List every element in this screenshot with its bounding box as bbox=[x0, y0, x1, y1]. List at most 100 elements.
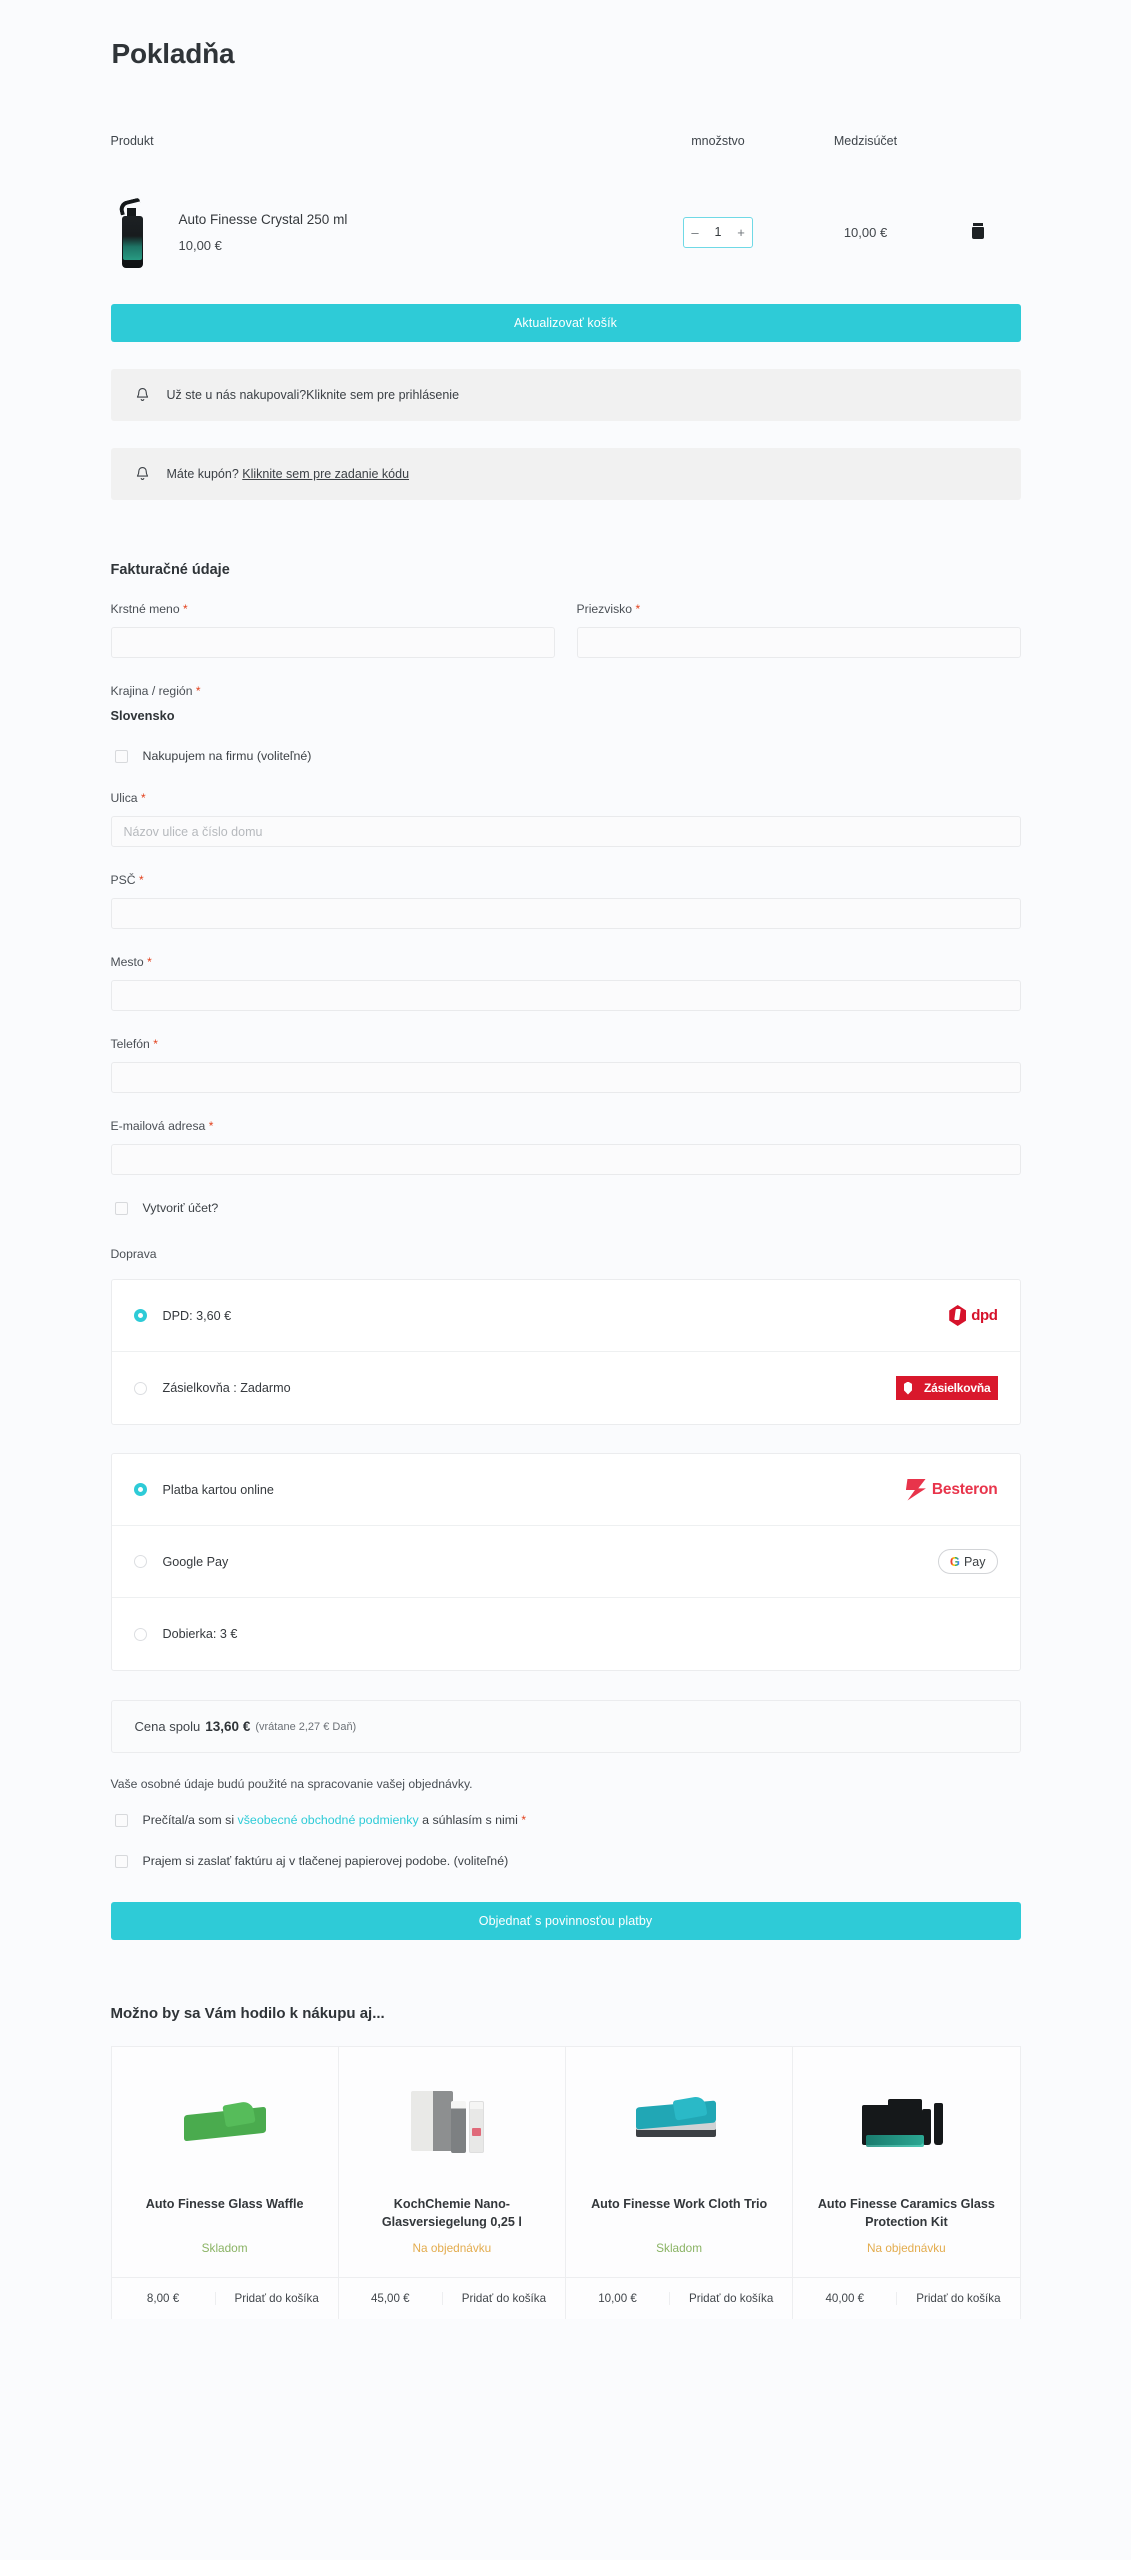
phone-input[interactable] bbox=[110, 1062, 1021, 1093]
upsell-product-grid: Auto Finesse Glass Waffle Skladom 8,00 €… bbox=[110, 2046, 1021, 2319]
quantity-stepper[interactable]: – + bbox=[683, 216, 753, 248]
page-title: Pokladňa bbox=[111, 38, 235, 69]
city-field: Mesto * bbox=[110, 955, 1021, 1011]
total-label: Cena spolu bbox=[134, 1719, 201, 1734]
column-header-subtotal: Medzisúčet bbox=[833, 134, 898, 148]
payment-option-cod-label: Dobierka: 3 € bbox=[162, 1627, 238, 1641]
paper-invoice-checkbox-row[interactable]: Prajem si zaslať faktúru aj v tlačenej p… bbox=[114, 1854, 1021, 1868]
login-notice-link[interactable]: Kliknite sem pre prihlásenie bbox=[306, 388, 459, 402]
place-order-button[interactable]: Objednať s povinnosťou platby bbox=[110, 1902, 1021, 1940]
email-label: E-mailová adresa * bbox=[110, 1119, 214, 1133]
payment-radio-card[interactable] bbox=[133, 1483, 147, 1496]
checkout-page: Pokladňa Produkt množstvo Medzisúčet Aut… bbox=[0, 0, 1131, 2560]
cart-table-header: Produkt množstvo Medzisúčet bbox=[111, 134, 1021, 160]
company-purchase-checkbox-row[interactable]: Nakupujem na firmu (voliteľné) bbox=[114, 749, 1021, 763]
shipping-radio-dpd[interactable] bbox=[133, 1309, 147, 1322]
column-header-product: Produkt bbox=[110, 134, 154, 148]
paper-invoice-checkbox[interactable] bbox=[114, 1854, 128, 1868]
phone-label: Telefón * bbox=[110, 1037, 158, 1051]
last-name-input[interactable] bbox=[576, 627, 1021, 658]
total-tax-note: (vrátane 2,27 € Daň) bbox=[255, 1720, 357, 1733]
besteron-logo-icon: Besteron bbox=[906, 1479, 998, 1501]
upsell-product-price: 10,00 € bbox=[566, 2292, 671, 2305]
payment-option-google-pay-label: Google Pay bbox=[162, 1554, 229, 1569]
cart-item-subtotal: 10,00 € bbox=[843, 224, 888, 240]
street-input[interactable] bbox=[110, 816, 1021, 847]
upsell-product-name: Auto Finesse Caramics Glass Protection K… bbox=[817, 2197, 995, 2230]
first-name-input[interactable] bbox=[110, 627, 555, 658]
payment-option-cod[interactable]: Dobierka: 3 € bbox=[112, 1598, 1020, 1670]
payment-option-card[interactable]: Platba kartou online Besteron bbox=[111, 1454, 1020, 1526]
upsell-card-footer: 8,00 € Pridať do košíka bbox=[111, 2277, 338, 2319]
payment-options-panel: Platba kartou online Besteron Google Pay… bbox=[110, 1453, 1021, 1671]
list-item[interactable]: Auto Finesse Work Cloth Trio Skladom 10,… bbox=[566, 2047, 794, 2319]
status-badge: Skladom bbox=[201, 2241, 248, 2255]
upsell-card-footer: 40,00 € Pridať do košíka bbox=[793, 2277, 1020, 2319]
payment-radio-cod[interactable] bbox=[133, 1627, 147, 1641]
quantity-decrease-button[interactable]: – bbox=[684, 218, 706, 247]
login-notice[interactable]: Už ste u nás nakupovali?Kliknite sem pre… bbox=[110, 369, 1021, 421]
add-to-cart-button[interactable]: Pridať do košíka bbox=[897, 2292, 1019, 2305]
google-pay-logo-icon: G Pay bbox=[937, 1549, 998, 1574]
zip-input[interactable] bbox=[110, 898, 1021, 929]
login-notice-text: Už ste u nás nakupovali?Kliknite sem pre… bbox=[166, 388, 460, 402]
company-purchase-checkbox[interactable] bbox=[114, 749, 128, 763]
country-value: Slovensko bbox=[110, 708, 175, 723]
cart-item-name[interactable]: Auto Finesse Crystal 250 ml bbox=[179, 212, 348, 227]
billing-section-title: Fakturačné údaje bbox=[110, 562, 230, 578]
list-item[interactable]: KochChemie Nano-Glasversiegelung 0,25 l … bbox=[338, 2047, 566, 2319]
product-image-kochchemie-bottles-box bbox=[339, 2063, 565, 2181]
coupon-notice-link[interactable]: Kliknite sem pre zadanie kódu bbox=[242, 467, 409, 481]
shipping-section-title: Doprava bbox=[110, 1247, 157, 1261]
list-item[interactable]: Auto Finesse Glass Waffle Skladom 8,00 €… bbox=[110, 2047, 339, 2319]
product-image-green-waffle-cloth bbox=[112, 2063, 338, 2181]
table-row: Auto Finesse Crystal 250 ml 10,00 € – + … bbox=[111, 160, 1021, 298]
shipping-option-zasielkovna[interactable]: Zásielkovňa : Zadarmo Zásielkovňa bbox=[112, 1352, 1020, 1424]
quantity-increase-button[interactable]: + bbox=[730, 218, 752, 247]
add-to-cart-button[interactable]: Pridať do košíka bbox=[443, 2292, 565, 2305]
product-thumbnail-spray-bottle-icon bbox=[111, 196, 153, 268]
street-field: Ulica * bbox=[110, 791, 1021, 847]
trash-icon[interactable] bbox=[972, 224, 984, 240]
add-to-cart-button[interactable]: Pridať do košíka bbox=[670, 2292, 792, 2305]
street-label: Ulica * bbox=[110, 791, 146, 805]
first-name-label: Krstné meno * bbox=[110, 602, 188, 616]
company-purchase-label: Nakupujem na firmu (voliteľné) bbox=[142, 749, 312, 763]
shipping-option-dpd[interactable]: DPD: 3,60 € dpd bbox=[111, 1280, 1020, 1352]
add-to-cart-button[interactable]: Pridať do košíka bbox=[216, 2292, 338, 2305]
upsell-section-title: Možno by sa Vám hodilo k nákupu aj... bbox=[110, 2005, 385, 2022]
upsell-product-price: 8,00 € bbox=[112, 2292, 216, 2305]
create-account-checkbox-row[interactable]: Vytvoriť účet? bbox=[114, 1201, 1021, 1215]
cart-table: Produkt množstvo Medzisúčet Auto Finesse… bbox=[111, 134, 1021, 298]
city-input[interactable] bbox=[110, 980, 1021, 1011]
shipping-option-dpd-label: DPD: 3,60 € bbox=[162, 1308, 232, 1323]
product-image-caramics-kit-boxes bbox=[793, 2063, 1019, 2181]
last-name-label: Priezvisko * bbox=[576, 602, 641, 616]
status-badge: Skladom bbox=[656, 2241, 703, 2255]
terms-checkbox-row[interactable]: Prečítal/a som si všeobecné obchodné pod… bbox=[114, 1813, 1021, 1827]
payment-option-google-pay[interactable]: Google Pay G Pay bbox=[111, 1526, 1020, 1598]
payment-radio-google-pay[interactable] bbox=[133, 1555, 147, 1568]
list-item[interactable]: Auto Finesse Caramics Glass Protection K… bbox=[793, 2047, 1021, 2319]
email-field: E-mailová adresa * bbox=[110, 1119, 1021, 1175]
terms-link[interactable]: všeobecné obchodné podmienky bbox=[238, 1813, 419, 1827]
coupon-notice[interactable]: Máte kupón? Kliknite sem pre zadanie kód… bbox=[110, 448, 1021, 500]
quantity-input[interactable] bbox=[706, 225, 730, 239]
payment-option-card-label: Platba kartou online bbox=[162, 1482, 274, 1497]
terms-checkbox[interactable] bbox=[114, 1813, 128, 1827]
shipping-radio-zasielkovna[interactable] bbox=[133, 1381, 147, 1395]
phone-field: Telefón * bbox=[110, 1037, 1021, 1093]
zip-field: PSČ * bbox=[110, 873, 1021, 929]
zip-label: PSČ * bbox=[110, 873, 144, 887]
terms-label: Prečítal/a som si všeobecné obchodné pod… bbox=[142, 1813, 526, 1827]
email-input[interactable] bbox=[110, 1144, 1021, 1175]
create-account-checkbox[interactable] bbox=[114, 1201, 128, 1215]
update-cart-button[interactable]: Aktualizovať košík bbox=[110, 304, 1021, 342]
product-image-teal-cloth-stack bbox=[566, 2063, 792, 2181]
status-badge: Na objednávku bbox=[412, 2241, 492, 2255]
create-account-label: Vytvoriť účet? bbox=[142, 1201, 219, 1215]
upsell-product-name: Auto Finesse Glass Waffle bbox=[145, 2197, 304, 2211]
privacy-policy-text: Vaše osobné údaje budú použité na spraco… bbox=[110, 1777, 473, 1791]
column-header-quantity: množstvo bbox=[691, 134, 745, 148]
dpd-logo-icon: dpd bbox=[949, 1305, 998, 1326]
